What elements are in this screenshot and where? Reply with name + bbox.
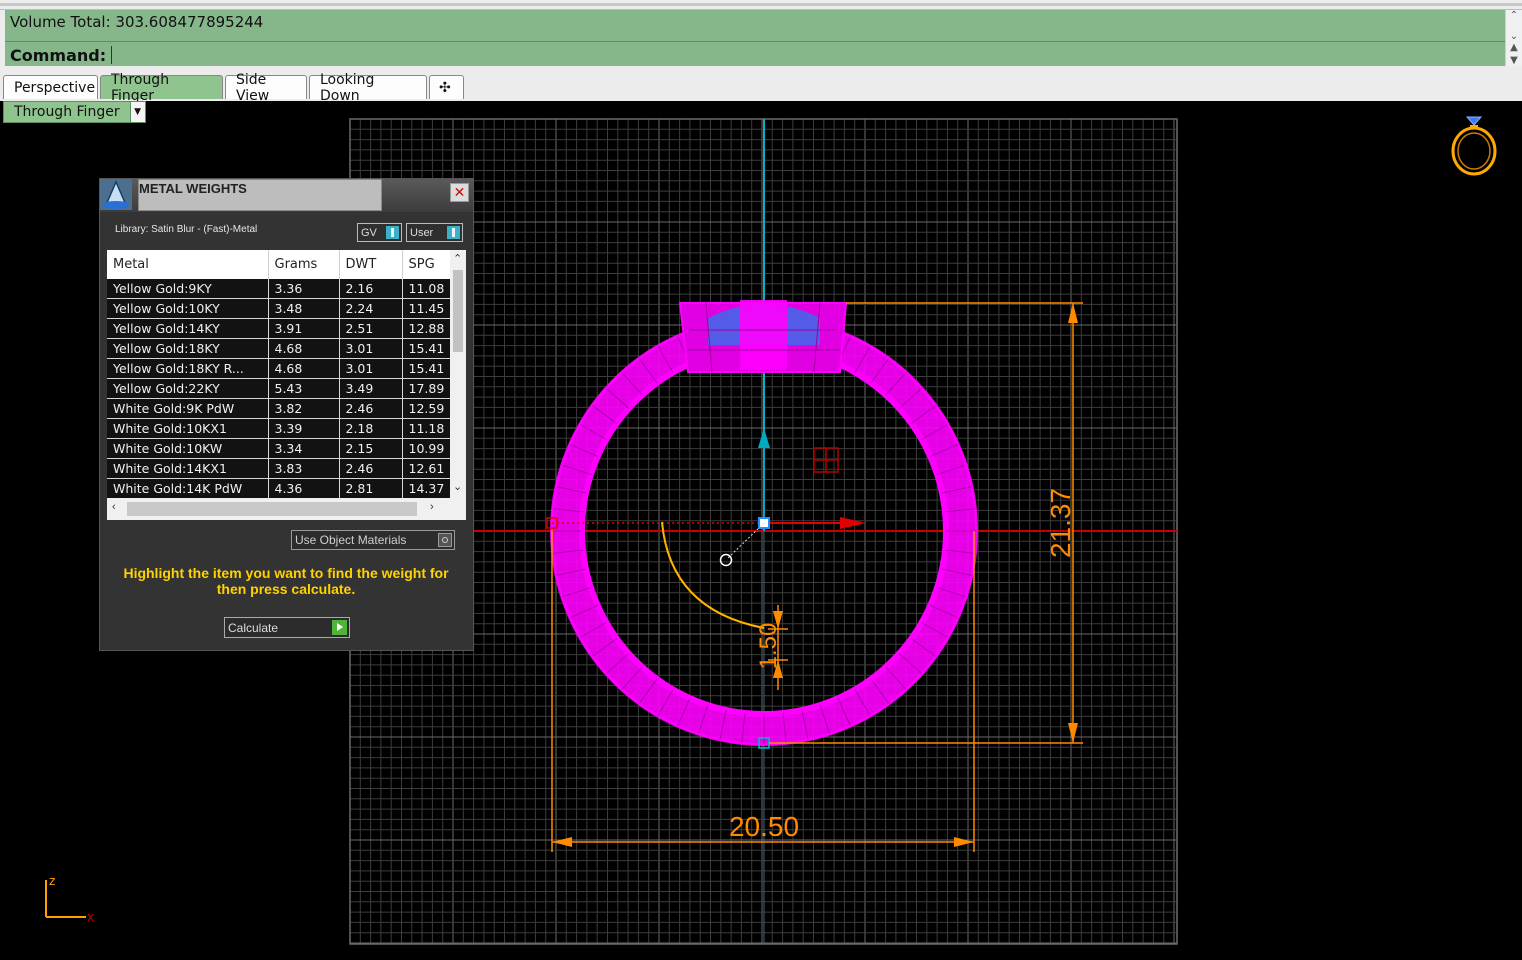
height-dimension-label: 21.37 [1045,488,1076,558]
dwt-cell: 3.01 [339,338,403,359]
grams-cell: 3.83 [268,458,340,479]
spg-cell: 15.41 [402,358,453,379]
metal-weights-logo-icon [100,179,132,210]
spg-cell: 11.45 [402,298,453,319]
width-dimension-label: 20.50 [729,811,799,842]
instruction-text: Highlight the item you want to find the … [123,565,449,597]
grams-cell: 5.43 [268,378,340,399]
calculate-button[interactable]: Calculate [224,617,350,638]
spg-cell: 14.37 [402,478,453,499]
metal-table-container: Metal Grams DWT SPG Yellow Gold:9KY 3.36 2… [107,250,466,520]
panel-title-text: METAL WEIGHTS [139,181,247,196]
metal-name-cell: White Gold:14K PdW [107,478,269,499]
grams-cell: 3.48 [268,298,340,319]
grams-cell: 4.36 [268,478,340,499]
origin-gumball[interactable] [546,428,866,749]
dwt-cell: 2.81 [339,478,403,499]
spg-cell: 12.88 [402,318,453,339]
gv-toggle[interactable]: GV [357,223,402,242]
metal-name-cell: Yellow Gold:22KY [107,378,269,399]
table-row[interactable]: Yellow Gold:9KY 3.36 2.16 11.08 [107,279,453,299]
dwt-cell: 2.15 [339,438,403,459]
grams-cell: 3.82 [268,398,340,419]
spg-cell: 12.61 [402,458,453,479]
calculate-label: Calculate [228,620,279,635]
scroll-up-icon[interactable]: ⌃ [453,252,462,265]
spg-cell: 11.08 [402,279,453,299]
metal-name-cell: White Gold:10KX1 [107,418,269,439]
metal-name-cell: White Gold:10KW [107,438,269,459]
spg-cell: 12.59 [402,398,453,419]
dwt-cell: 2.18 [339,418,403,439]
column-header-dwt[interactable]: DWT [339,250,403,279]
table-row[interactable]: White Gold:10KX1 3.39 2.18 11.18 [107,418,453,439]
scroll-left-icon[interactable]: ‹ [112,501,116,513]
table-row[interactable]: White Gold:14KX1 3.83 2.46 12.61 [107,458,453,479]
metal-name-cell: Yellow Gold:9KY [107,279,269,299]
user-toggle[interactable]: User [406,223,463,242]
z-axis-label: z [49,874,55,888]
scroll-down-icon[interactable]: ⌄ [453,480,462,493]
panel-title: METAL WEIGHTS [138,179,382,211]
scroll-right-icon[interactable]: › [430,501,434,513]
dwt-cell: 2.46 [339,398,403,419]
table-vertical-scrollbar[interactable]: ⌃ ⌄ [450,250,466,498]
spg-cell: 15.41 [402,338,453,359]
close-icon[interactable]: ✕ [450,183,469,202]
dwt-cell: 2.24 [339,298,403,319]
play-icon [332,620,347,635]
metal-table: Metal Grams DWT SPG Yellow Gold:9KY 3.36 2… [107,250,453,499]
axis-widget: z x [45,874,94,924]
gv-toggle-label: GV [361,226,377,239]
metal-name-cell: Yellow Gold:10KY [107,298,269,319]
table-horizontal-scrollbar[interactable]: ‹ › [107,498,466,520]
scroll-thumb[interactable] [127,502,417,516]
table-row[interactable]: White Gold:14K PdW 4.36 2.81 14.37 [107,478,453,499]
grams-cell: 3.39 [268,418,340,439]
dwt-cell: 3.49 [339,378,403,399]
use-object-materials-label: Use Object Materials [295,533,407,547]
use-object-materials-option[interactable]: Use Object Materials [291,530,455,550]
table-row[interactable]: Yellow Gold:14KY 3.91 2.51 12.88 [107,318,453,339]
metal-name-cell: Yellow Gold:14KY [107,318,269,339]
spg-cell: 10.99 [402,438,453,459]
grams-cell: 3.36 [268,279,340,299]
metal-name-cell: White Gold:9K PdW [107,398,269,419]
dwt-cell: 3.01 [339,358,403,379]
table-row[interactable]: Yellow Gold:22KY 5.43 3.49 17.89 [107,378,453,399]
spg-cell: 11.18 [402,418,453,439]
column-header-grams[interactable]: Grams [268,250,340,279]
user-toggle-indicator-icon [447,226,460,239]
table-row[interactable]: White Gold:9K PdW 3.82 2.46 12.59 [107,398,453,419]
metal-name-cell: Yellow Gold:18KY R... [107,358,269,379]
grams-cell: 4.68 [268,338,340,359]
grams-cell: 4.68 [268,358,340,379]
column-header-spg[interactable]: SPG [402,250,453,279]
grams-cell: 3.34 [268,438,340,459]
spg-cell: 17.89 [402,378,453,399]
grams-cell: 3.91 [268,318,340,339]
table-row[interactable]: Yellow Gold:18KY 4.68 3.01 15.41 [107,338,453,359]
gv-toggle-indicator-icon [386,226,399,239]
dimension-width [551,530,975,852]
metal-name-cell: Yellow Gold:18KY [107,338,269,359]
table-row[interactable]: Yellow Gold:18KY R... 4.68 3.01 15.41 [107,358,453,379]
thickness-dimension-label: 1.50 [755,623,782,670]
dwt-cell: 2.46 [339,458,403,479]
x-axis-label: x [87,910,94,924]
table-header-row: Metal Grams DWT SPG [107,250,453,279]
user-toggle-label: User [410,226,434,239]
dwt-cell: 2.16 [339,279,403,299]
dwt-cell: 2.51 [339,318,403,339]
radio-icon[interactable] [438,533,452,547]
metal-weights-panel: METAL WEIGHTS ✕ Library: Satin Blur - (F… [99,178,474,651]
column-header-metal[interactable]: Metal [107,250,269,279]
metal-name-cell: White Gold:14KX1 [107,458,269,479]
table-row[interactable]: Yellow Gold:10KY 3.48 2.24 11.45 [107,298,453,319]
scroll-thumb[interactable] [453,270,463,352]
library-label: Library: Satin Blur - (Fast)-Metal [115,224,258,235]
table-row[interactable]: White Gold:10KW 3.34 2.15 10.99 [107,438,453,459]
ring-view-icon[interactable] [1451,116,1497,176]
